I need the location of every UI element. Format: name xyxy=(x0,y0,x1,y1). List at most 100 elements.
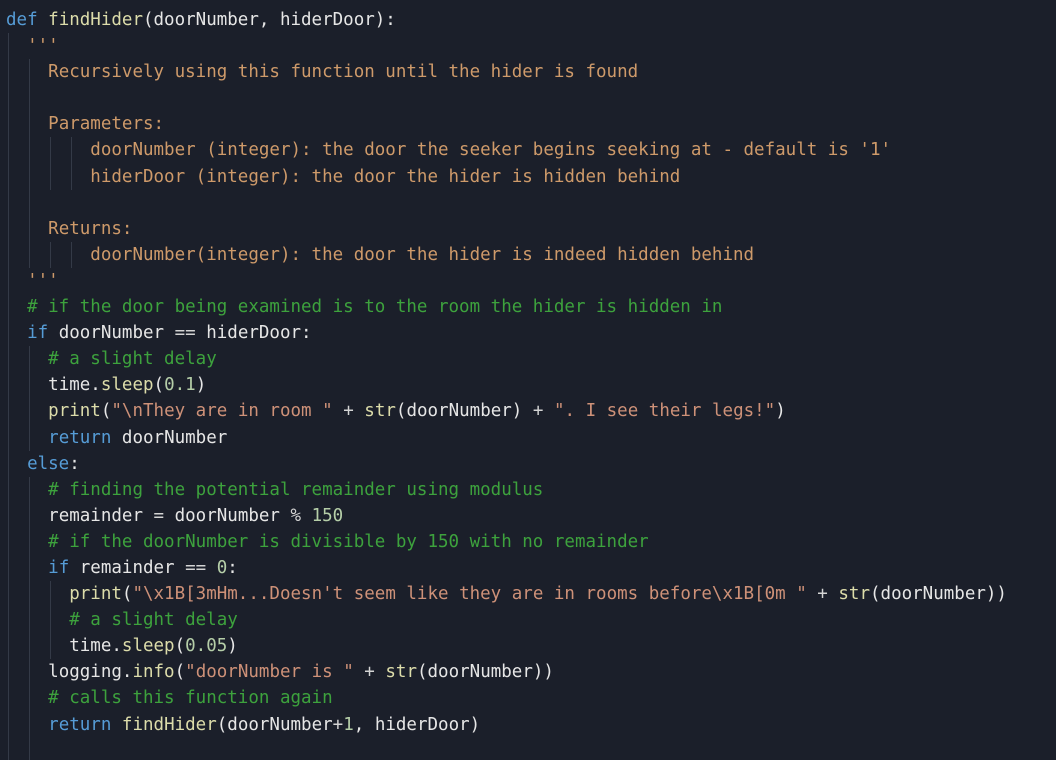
code-line[interactable]: Recursively using this function until th… xyxy=(0,59,1056,86)
code-text: time.sleep(0.1) xyxy=(6,375,206,395)
code-token: print xyxy=(69,584,122,605)
code-line[interactable]: def findHider(doorNumber, hiderDoor): xyxy=(0,7,1056,33)
code-token: (doorNumber, hiderDoor): xyxy=(142,10,396,30)
code-line[interactable]: print("\x1B[3mHm...Doesn't seem like the… xyxy=(0,581,1056,608)
code-text: hiderDoor (integer): the door the hider … xyxy=(6,167,680,187)
code-token: , hiderDoor) xyxy=(353,714,481,735)
code-token: hiderDoor: xyxy=(195,323,312,344)
code-line[interactable]: # calls this function again xyxy=(0,685,1056,712)
code-token: def xyxy=(6,10,49,30)
code-token: sleep xyxy=(121,636,175,657)
code-token: ) xyxy=(195,375,207,396)
indent-guide xyxy=(29,85,31,112)
code-token: if xyxy=(27,323,59,344)
code-text: return findHider(doorNumber+1, hiderDoor… xyxy=(6,715,480,735)
code-token: ) xyxy=(227,636,238,657)
code-text: time.sleep(0.05) xyxy=(6,636,238,656)
code-line[interactable]: ''' xyxy=(0,267,1056,295)
code-line[interactable]: else: xyxy=(0,450,1056,477)
code-token: str xyxy=(385,662,417,683)
code-line[interactable]: # a slight delay xyxy=(0,346,1056,373)
code-line[interactable]: print("\nThey are in room " + str(doorNu… xyxy=(0,398,1056,425)
code-line[interactable]: return findHider(doorNumber+1, hiderDoor… xyxy=(0,711,1056,738)
code-text: def findHider(doorNumber, hiderDoor): xyxy=(6,10,396,30)
code-token: str xyxy=(364,401,396,422)
code-token: + xyxy=(532,401,544,422)
code-line[interactable]: # if the door being examined is to the r… xyxy=(0,294,1056,321)
indent-guide xyxy=(8,737,9,760)
code-text: logging.info("doorNumber is " + str(door… xyxy=(6,662,554,682)
code-line[interactable]: ''' xyxy=(0,33,1056,60)
code-line[interactable]: Returns: xyxy=(0,215,1056,242)
code-line[interactable]: if doorNumber == hiderDoor: xyxy=(0,320,1056,347)
code-line[interactable]: logging.info("doorNumber is " + str(door… xyxy=(0,659,1056,686)
code-line[interactable] xyxy=(0,737,1056,760)
code-token: doorNumber (integer): the door the seeke… xyxy=(90,140,892,161)
code-token: == xyxy=(185,557,207,578)
code-token: else xyxy=(27,453,70,474)
code-token: doorNumber xyxy=(164,505,291,526)
code-line[interactable]: hiderDoor (integer): the door the hider … xyxy=(0,163,1056,190)
code-token: sleep xyxy=(100,375,154,396)
code-token: : xyxy=(69,453,80,474)
code-line[interactable]: time.sleep(0.1) xyxy=(0,372,1056,399)
code-token: 0 xyxy=(216,557,228,578)
code-token: ( xyxy=(121,584,133,605)
code-token: remainder xyxy=(48,505,154,526)
code-token: findHider xyxy=(121,714,217,735)
code-token: % xyxy=(290,505,302,526)
code-token: "doorNumber is " xyxy=(185,662,354,683)
code-line[interactable] xyxy=(0,189,1056,216)
code-editor[interactable]: def findHider(doorNumber, hiderDoor): ''… xyxy=(0,0,1056,760)
code-line[interactable]: # a slight delay xyxy=(0,607,1056,634)
code-token: Recursively using this function until th… xyxy=(48,62,639,83)
code-token: ( xyxy=(174,662,186,683)
code-text: ''' xyxy=(6,36,59,56)
code-token: time. xyxy=(69,636,122,657)
code-line[interactable]: # if the doorNumber is divisible by 150 … xyxy=(0,528,1056,555)
code-token: # finding the potential remainder using … xyxy=(48,479,544,500)
code-token: # if the doorNumber is divisible by 150 … xyxy=(48,531,649,552)
code-token: findHider xyxy=(48,10,143,30)
code-token: ( xyxy=(100,401,112,422)
code-token: doorNumber xyxy=(58,323,175,344)
code-token: ". I see their legs!" xyxy=(553,401,776,422)
code-token: = xyxy=(153,505,165,526)
code-token: 150 xyxy=(311,505,344,526)
code-line[interactable]: if remainder == 0: xyxy=(0,554,1056,582)
code-token: 0.1 xyxy=(164,375,196,396)
code-line[interactable]: Parameters: xyxy=(0,111,1056,138)
code-token: ) xyxy=(775,401,786,422)
code-token: + xyxy=(817,584,828,605)
code-token: "\x1B[3mHm...Doesn't seem like they are … xyxy=(132,584,807,605)
code-token: ( xyxy=(153,375,165,396)
indent-guide xyxy=(8,85,9,112)
code-line[interactable]: time.sleep(0.05) xyxy=(0,633,1056,660)
code-text: # if the doorNumber is divisible by 150 … xyxy=(6,532,649,552)
code-line[interactable]: remainder = doorNumber % 150 xyxy=(0,502,1056,529)
code-token: (doorNumber)) xyxy=(870,584,1007,605)
code-token: 0.05 xyxy=(185,636,228,657)
code-text: # calls this function again xyxy=(6,688,332,708)
code-text: remainder = doorNumber % 150 xyxy=(6,506,343,526)
code-token: + xyxy=(343,401,354,422)
code-line[interactable] xyxy=(0,85,1056,112)
code-token: str xyxy=(838,584,870,605)
code-token: : xyxy=(227,557,238,578)
code-token: return xyxy=(48,714,122,735)
code-line[interactable]: doorNumber(integer): the door the hider … xyxy=(0,241,1056,268)
code-line[interactable]: # finding the potential remainder using … xyxy=(0,476,1056,503)
code-text: # if the door being examined is to the r… xyxy=(6,297,722,317)
code-line[interactable]: return doorNumber xyxy=(0,424,1056,451)
code-token: Parameters: xyxy=(48,114,165,135)
code-text: if remainder == 0: xyxy=(6,558,238,578)
code-text: return doorNumber xyxy=(6,428,227,448)
code-line[interactable]: doorNumber (integer): the door the seeke… xyxy=(0,137,1056,164)
code-text: # finding the potential remainder using … xyxy=(6,480,543,500)
